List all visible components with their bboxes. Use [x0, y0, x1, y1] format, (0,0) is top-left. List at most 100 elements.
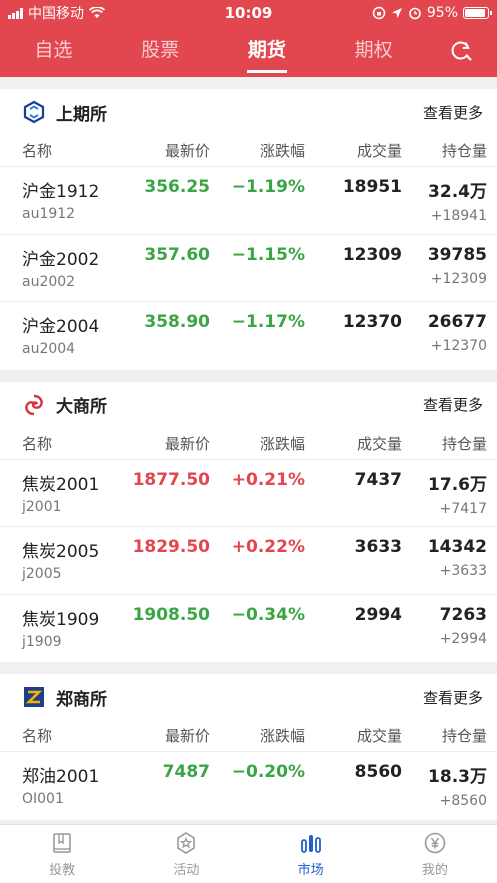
nav-market[interactable]: 市场 — [249, 825, 373, 883]
col-holding: 持仓量 — [441, 142, 487, 160]
change-percent: +0.21% — [231, 469, 305, 490]
section-title: 郑商所 — [56, 689, 107, 710]
tab-options[interactable]: 期权 — [320, 26, 427, 77]
volume: 3633 — [354, 537, 402, 557]
contract-code: j2005 — [22, 566, 62, 582]
volume: 7437 — [354, 469, 402, 490]
signal-icon — [8, 7, 23, 19]
nav-label: 我的 — [421, 862, 448, 878]
table-row[interactable]: 焦炭2005 j2005 1829.50 +0.22% 3633 14342 +36… — [0, 527, 497, 595]
holding-change: +7417 — [439, 500, 487, 517]
holding-change: +12370 — [430, 338, 487, 354]
change-percent: −1.19% — [231, 177, 305, 197]
contract-name: 焦炭2005 — [22, 542, 100, 562]
change-percent: −1.17% — [231, 312, 305, 332]
col-change: 涨跌幅 — [259, 434, 305, 453]
shfe-logo-icon — [22, 100, 46, 124]
book-icon — [53, 832, 71, 853]
column-headers: 名称 最新价 涨跌幅 成交量 持仓量 — [0, 135, 497, 167]
latest-price: 358.90 — [144, 312, 210, 332]
holding: 14342 — [427, 537, 487, 557]
dce-logo-icon — [22, 393, 46, 417]
search-button[interactable] — [427, 26, 497, 77]
tab-futures[interactable]: 期货 — [214, 26, 321, 77]
holding: 32.4万 — [428, 182, 487, 202]
section-title: 上期所 — [56, 104, 107, 125]
nav-education[interactable]: 投教 — [0, 825, 124, 883]
see-more-link[interactable]: 查看更多 — [423, 394, 483, 415]
col-name: 名称 — [22, 434, 53, 453]
contract-name: 沪金2004 — [22, 317, 100, 337]
app-header: 中国移动 10:09 95% 自选 股票 期货 期权 — [0, 0, 497, 77]
holding-change: +2994 — [439, 630, 487, 647]
holding: 26677 — [427, 312, 487, 332]
col-name: 名称 — [22, 142, 53, 160]
contract-code: au2002 — [22, 273, 76, 290]
search-refresh-icon — [451, 41, 472, 61]
nav-activity[interactable]: 活动 — [124, 825, 248, 883]
nav-label: 活动 — [173, 862, 200, 878]
battery-percent: 95% — [426, 5, 458, 21]
holding-change: +12309 — [430, 270, 487, 287]
tab-stocks[interactable]: 股票 — [107, 26, 214, 77]
change-percent: −0.20% — [231, 762, 305, 782]
contract-name: 沪金2002 — [22, 249, 100, 270]
star-badge-icon — [177, 831, 196, 854]
latest-price: 357.60 — [144, 244, 210, 265]
latest-price: 1829.50 — [132, 537, 210, 557]
col-price: 最新价 — [164, 142, 210, 160]
bottom-nav: 投教 活动 市场 我的 — [0, 824, 497, 883]
czce-logo-icon — [22, 685, 46, 709]
see-more-link[interactable]: 查看更多 — [423, 687, 483, 708]
holding-change: +18941 — [430, 208, 487, 224]
section-title: 大商所 — [56, 397, 107, 417]
table-row[interactable]: 焦炭2001 j2001 1877.50 +0.21% 7437 17.6万 +74… — [0, 460, 497, 527]
top-tabs: 自选 股票 期货 期权 — [0, 26, 497, 77]
table-row[interactable]: 沪金2004 au2004 358.90 −1.17% 12370 26677 +1… — [0, 302, 497, 370]
volume: 2994 — [354, 604, 402, 625]
table-row[interactable]: 沪金2002 au2002 357.60 −1.15% 12309 39785 +1… — [0, 235, 497, 302]
holding: 39785 — [427, 244, 487, 265]
table-row[interactable]: 沪金1912 au1912 356.25 −1.19% 18951 32.4万 +1… — [0, 167, 497, 235]
holding: 7263 — [439, 604, 487, 625]
tab-watchlist[interactable]: 自选 — [0, 26, 107, 77]
change-percent: +0.22% — [231, 537, 305, 557]
column-headers: 名称 最新价 涨跌幅 成交量 持仓量 — [0, 428, 497, 460]
see-more-link[interactable]: 查看更多 — [423, 102, 483, 123]
table-row[interactable]: 焦炭1909 j1909 1908.50 −0.34% 2994 7263 +299… — [0, 595, 497, 663]
latest-price: 1908.50 — [132, 604, 210, 625]
table-row[interactable]: 郑油2001 OI001 7487 −0.20% 8560 18.3万 +8560 — [0, 752, 497, 820]
volume: 12309 — [342, 244, 402, 265]
nav-label: 投教 — [49, 862, 76, 878]
section-header: 上期所 查看更多 — [0, 89, 497, 135]
volume: 12370 — [342, 312, 402, 332]
col-volume: 成交量 — [356, 727, 402, 745]
holding: 17.6万 — [428, 474, 487, 495]
market-bars-icon — [300, 834, 321, 853]
col-holding: 持仓量 — [441, 434, 487, 453]
contract-name: 郑油2001 — [22, 767, 100, 787]
contract-code: au1912 — [22, 206, 76, 222]
col-change: 涨跌幅 — [259, 142, 305, 160]
latest-price: 1877.50 — [132, 469, 210, 490]
col-price: 最新价 — [164, 727, 210, 745]
exchange-section-shfe: 上期所 查看更多 名称 最新价 涨跌幅 成交量 持仓量 沪金1912 au1912… — [0, 89, 497, 370]
exchange-section-dce: 大商所 查看更多 名称 最新价 涨跌幅 成交量 持仓量 焦炭2001 j2001 … — [0, 381, 497, 663]
col-name: 名称 — [22, 727, 53, 745]
location-icon — [391, 8, 402, 18]
contract-name: 焦炭2001 — [22, 474, 100, 495]
battery-icon — [463, 7, 492, 19]
volume: 18951 — [342, 177, 402, 197]
section-header: 大商所 查看更多 — [0, 382, 497, 428]
col-volume: 成交量 — [356, 142, 402, 160]
section-header: 郑商所 查看更多 — [0, 674, 497, 720]
col-change: 涨跌幅 — [259, 727, 305, 745]
change-percent: −1.15% — [231, 244, 305, 265]
nav-profile[interactable]: 我的 — [373, 825, 497, 883]
carrier-label: 中国移动 — [28, 6, 84, 22]
alarm-icon — [409, 7, 421, 20]
lock-rotation-icon — [372, 6, 386, 20]
latest-price: 356.25 — [144, 177, 210, 197]
col-holding: 持仓量 — [441, 727, 487, 745]
col-volume: 成交量 — [356, 434, 402, 453]
